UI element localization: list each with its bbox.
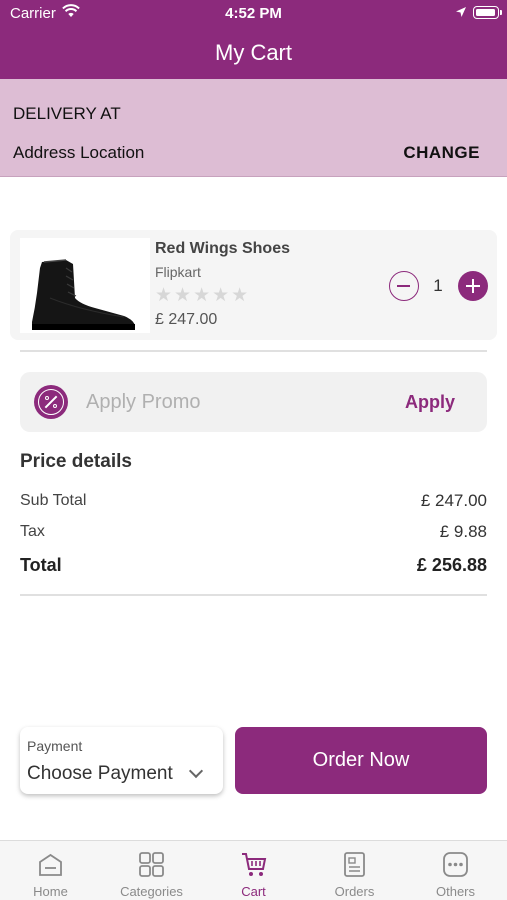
payment-label: Payment (27, 738, 83, 754)
tab-label: Orders (334, 884, 375, 899)
status-bar: Carrier 4:52 PM (0, 0, 507, 28)
tab-home[interactable]: Home (0, 841, 101, 900)
product-price: £ 247.00 (155, 311, 218, 328)
change-address-button[interactable]: CHANGE (403, 143, 480, 163)
orders-icon (344, 852, 365, 877)
subtotal-label: Sub Total (20, 492, 87, 509)
tab-label: Others (435, 884, 475, 899)
tab-orders[interactable]: Orders (304, 841, 405, 900)
delivery-label: DELIVERY AT (13, 104, 121, 123)
product-seller: Flipkart (155, 264, 201, 280)
app-header: Carrier 4:52 PM My Cart (0, 0, 507, 79)
delivery-section: DELIVERY AT Address Location CHANGE (0, 79, 507, 177)
product-name[interactable]: Red Wings Shoes (155, 240, 290, 258)
more-icon (443, 852, 468, 877)
total-value: £ 256.88 (416, 555, 487, 575)
quantity-value: 1 (433, 276, 443, 295)
tab-bar: Home Categories Cart Orders Others (0, 840, 507, 900)
home-icon (39, 853, 62, 876)
rating-stars: ★★★★★ (155, 285, 251, 306)
delivery-address: Address Location (13, 143, 145, 162)
payment-value: Choose Payment (27, 763, 173, 784)
battery-icon (473, 6, 502, 19)
tax-label: Tax (20, 523, 45, 540)
total-label: Total (20, 555, 62, 575)
tab-cart[interactable]: Cart (203, 841, 304, 900)
subtotal-value: £ 247.00 (420, 491, 487, 510)
tab-label: Categories (120, 884, 183, 899)
chevron-down-icon (188, 763, 204, 779)
location-arrow-icon (456, 7, 466, 17)
increase-quantity-button[interactable] (458, 271, 488, 301)
percent-icon (34, 385, 68, 419)
tab-others[interactable]: Others (405, 841, 506, 900)
promo-code-input[interactable] (86, 387, 386, 417)
tab-categories[interactable]: Categories (101, 841, 202, 900)
grid-icon (139, 852, 164, 877)
promo-box: Apply (20, 372, 487, 432)
divider (20, 350, 487, 352)
product-image (20, 238, 150, 333)
divider (20, 594, 487, 596)
cart-icon (242, 853, 267, 876)
tab-label: Cart (241, 884, 266, 899)
cart-item-card: Red Wings Shoes Flipkart ★★★★★ £ 247.00 … (10, 230, 497, 340)
boot-image (32, 259, 135, 330)
payment-selector[interactable]: Payment Choose Payment (20, 727, 223, 794)
decrease-quantity-button[interactable] (389, 271, 419, 301)
tab-label: Home (33, 884, 68, 899)
apply-promo-button[interactable]: Apply (405, 392, 455, 413)
status-time: 4:52 PM (225, 5, 282, 22)
page-title: My Cart (215, 40, 292, 65)
price-details-heading: Price details (20, 451, 132, 472)
order-now-button[interactable]: Order Now (235, 727, 487, 794)
tax-value: £ 9.88 (439, 522, 487, 541)
